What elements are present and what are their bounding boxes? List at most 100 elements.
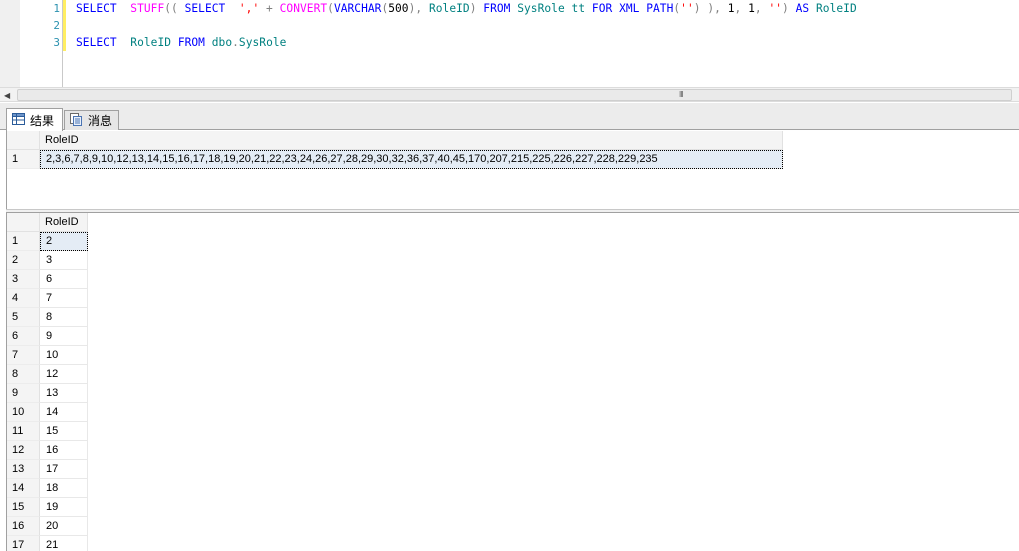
code-token: FOR	[591, 2, 613, 15]
row-header[interactable]: 7	[7, 346, 40, 365]
scrollbar-thumb[interactable]	[17, 89, 1012, 101]
line-number: 3	[53, 36, 60, 49]
row-header[interactable]: 9	[7, 384, 40, 403]
table-cell[interactable]: 12	[40, 365, 88, 384]
row-header[interactable]: 16	[7, 517, 40, 536]
code-token: ,	[754, 2, 762, 15]
code-token: dbo	[211, 36, 233, 49]
table-cell[interactable]: 3	[40, 251, 88, 270]
table-cell[interactable]: 14	[40, 403, 88, 422]
code-token: ''	[680, 2, 694, 15]
table-cell[interactable]: 16	[40, 441, 88, 460]
code-token: SysRole	[517, 2, 565, 15]
row-header[interactable]: 1	[7, 232, 40, 251]
tab-results[interactable]: 结果	[6, 108, 63, 131]
line-number: 1	[53, 2, 60, 15]
table-cell[interactable]: 2	[40, 232, 88, 251]
row-header[interactable]: 4	[7, 289, 40, 308]
result-grid-2[interactable]: RoleID 1 2 2 3 3 6 4 7 5 8 6 9 7 10 8 12 9 13 10 14 11 15 12 16…	[6, 212, 1019, 551]
row-header[interactable]: 5	[7, 308, 40, 327]
table-cell[interactable]: 18	[40, 479, 88, 498]
code-token: PATH	[646, 2, 674, 15]
code-token: SELECT	[76, 36, 117, 49]
row-header[interactable]: 14	[7, 479, 40, 498]
code-token: STUFF	[130, 2, 165, 15]
table-cell[interactable]: 8	[40, 308, 88, 327]
row-header[interactable]: 10	[7, 403, 40, 422]
grid-corner[interactable]	[7, 213, 40, 232]
code-token: ','	[238, 2, 260, 15]
message-icon	[70, 112, 83, 129]
code-token: AS	[795, 2, 810, 15]
code-token: SELECT	[76, 2, 117, 15]
row-header[interactable]: 12	[7, 441, 40, 460]
code-token: ),	[408, 2, 423, 15]
table-cell[interactable]: 13	[40, 384, 88, 403]
column-header-roleid[interactable]: RoleID	[40, 213, 88, 232]
code-token: 1	[720, 2, 735, 15]
table-cell[interactable]: 19	[40, 498, 88, 517]
table-cell[interactable]: 6	[40, 270, 88, 289]
table-cell[interactable]: 17	[40, 460, 88, 479]
code-line-3[interactable]: SELECT RoleID FROM dbo.SysRole	[76, 34, 286, 51]
change-indicator	[63, 0, 66, 34]
code-token: ((	[164, 2, 185, 15]
row-header[interactable]: 13	[7, 460, 40, 479]
code-token: .	[232, 36, 239, 49]
code-token: RoleID	[816, 2, 857, 15]
table-cell[interactable]: 20	[40, 517, 88, 536]
results-tabbar: 结果 消息	[0, 103, 1019, 131]
scroll-left-arrow-icon[interactable]: ◀	[4, 91, 10, 100]
scrollbar-grip: III	[679, 90, 684, 99]
code-token: CONVERT	[279, 2, 328, 15]
code-token: SysRole	[238, 36, 287, 49]
grid-corner[interactable]	[7, 131, 40, 150]
code-token: 500	[388, 2, 409, 15]
code-token: XML	[619, 2, 640, 15]
column-header-roleid[interactable]: RoleID	[40, 131, 783, 150]
row-header[interactable]: 8	[7, 365, 40, 384]
sql-editor[interactable]: 1 2 3 SELECT STUFF(( SELECT ',' + CONVER…	[0, 0, 1019, 87]
code-token: +	[266, 2, 273, 15]
row-header[interactable]: 15	[7, 498, 40, 517]
row-header[interactable]: 6	[7, 327, 40, 346]
code-token: RoleID	[428, 2, 470, 15]
code-token: tt	[571, 2, 586, 15]
code-token: SELECT	[184, 2, 226, 15]
table-cell[interactable]: 21	[40, 536, 88, 551]
code-token: FROM	[177, 36, 205, 49]
result-grid-1[interactable]: RoleID 1 2,3,6,7,8,9,10,12,13,14,15,16,1…	[6, 131, 1019, 209]
code-token: (	[327, 2, 334, 15]
table-cell[interactable]: 9	[40, 327, 88, 346]
row-header[interactable]: 1	[7, 150, 40, 169]
row-header[interactable]: 17	[7, 536, 40, 551]
code-token: )	[693, 2, 701, 15]
code-line-1[interactable]: SELECT STUFF(( SELECT ',' + CONVERT(VARC…	[76, 0, 857, 17]
horizontal-scrollbar[interactable]: ◀ III	[0, 87, 1019, 102]
table-cell[interactable]: 10	[40, 346, 88, 365]
row-header[interactable]: 2	[7, 251, 40, 270]
line-number: 2	[53, 19, 60, 32]
code-token: 1	[741, 2, 755, 15]
table-cell[interactable]: 15	[40, 422, 88, 441]
row-header[interactable]: 3	[7, 270, 40, 289]
code-token: ''	[768, 2, 783, 15]
grid-icon	[12, 112, 25, 128]
tab-messages[interactable]: 消息	[64, 110, 119, 130]
table-cell[interactable]: 2,3,6,7,8,9,10,12,13,14,15,16,17,18,19,2…	[40, 150, 783, 169]
code-token: RoleID	[130, 36, 172, 49]
row-header[interactable]: 11	[7, 422, 40, 441]
table-cell[interactable]: 7	[40, 289, 88, 308]
tab-messages-label: 消息	[88, 114, 113, 128]
